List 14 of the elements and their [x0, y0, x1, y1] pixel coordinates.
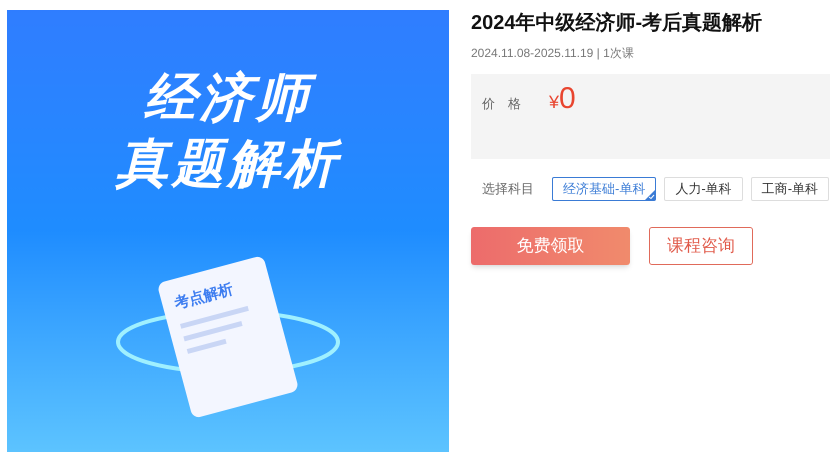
paper-label: 考点解析	[172, 279, 236, 314]
subject-option[interactable]: 人力-单科	[664, 177, 743, 201]
cover-title: 真题解析	[114, 134, 343, 195]
cover-title: 经济师	[134, 65, 322, 131]
consult-button[interactable]: 课程咨询	[649, 227, 753, 265]
subject-option[interactable]: 经济基础-单科	[552, 177, 656, 201]
price-value: ¥0	[549, 84, 576, 116]
check-corner-icon	[645, 190, 656, 200]
subject-option[interactable]: 工商-单科	[750, 177, 830, 201]
price-label: 价 格	[482, 95, 521, 113]
course-title: 2024年中级经济师-考后真题解析	[471, 10, 764, 36]
course-meta: 2024.11.08-2025.11.19 | 1次课	[471, 45, 635, 62]
claim-button[interactable]: 免费领取	[471, 227, 630, 265]
subject-label: 选择科目	[482, 180, 535, 198]
